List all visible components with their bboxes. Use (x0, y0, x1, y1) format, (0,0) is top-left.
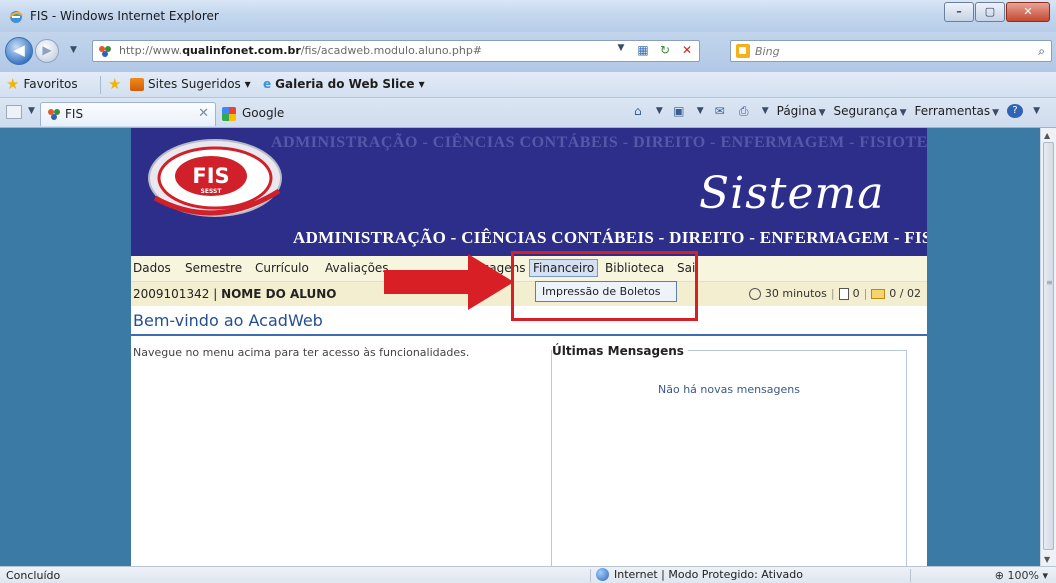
web-slice-label: Galeria do Web Slice ▾ (275, 77, 425, 91)
banner-courses: ADMINISTRAÇÃO - CIÊNCIAS CONTÁBEIS - DIR… (293, 228, 927, 247)
address-row: ◀ ▶ ▼ http://www.qualinfonet.com.br/fis/… (0, 32, 1056, 72)
latest-messages-title: Últimas Mensagens (552, 344, 688, 358)
favorites-label: Favoritos (23, 77, 78, 91)
scrollbar-grip-icon: ≡ (1046, 278, 1053, 287)
minimize-button[interactable]: – (944, 2, 974, 22)
tab-fis-label: FIS (65, 107, 84, 121)
menu-avaliacoes[interactable]: Avaliações (325, 261, 389, 275)
ie-page-icon: e (263, 77, 272, 91)
fis-logo: FIS SESST (148, 139, 282, 217)
student-name: NOME DO ALUNO (221, 287, 337, 301)
scrollbar-thumb[interactable] (1043, 142, 1054, 550)
address-url: http://www.qualinfonet.com.br/fis/acadwe… (119, 44, 483, 57)
address-bar[interactable]: http://www.qualinfonet.com.br/fis/acadwe… (92, 40, 700, 62)
student-id-line: 2009101342 | NOME DO ALUNO (133, 287, 337, 301)
window-titlebar: FIS - Windows Internet Explorer – ▢ ✕ (0, 0, 1056, 32)
help-icon[interactable]: ? (1007, 104, 1024, 118)
messages-count: 0 / 02 (889, 287, 921, 300)
message-envelope-icon[interactable] (871, 288, 886, 299)
close-window-button[interactable]: ✕ (1006, 2, 1050, 22)
document-icon[interactable] (838, 287, 849, 300)
navigation-hint: Navegue no menu acima para ter acesso às… (133, 346, 470, 359)
feeds-icon[interactable]: ▣ (671, 104, 687, 118)
no-messages-text: Não há novas mensagens (658, 383, 800, 396)
site-favicon-icon (48, 109, 60, 120)
logo-text-fis: FIS (192, 164, 229, 188)
tab-fis[interactable]: FIS ✕ (40, 102, 216, 126)
scroll-down-icon[interactable]: ▼ (1044, 555, 1050, 564)
globe-icon (596, 568, 609, 581)
clock-icon (748, 287, 761, 300)
menu-curriculo[interactable]: Currículo (255, 261, 309, 275)
stop-icon[interactable]: ✕ (679, 43, 695, 57)
favorites-button[interactable]: ★ Favoritos (6, 75, 78, 93)
address-dropdown-icon[interactable]: ▼ (613, 43, 629, 57)
red-highlight-box (511, 251, 698, 321)
logo-text-sesst: SESST (201, 188, 223, 195)
bing-icon (736, 44, 750, 58)
security-zone[interactable]: Internet | Modo Protegido: Ativado (596, 568, 803, 581)
session-time: 30 minutos (764, 287, 827, 300)
maximize-button[interactable]: ▢ (975, 2, 1005, 22)
site-favicon-icon (99, 46, 111, 57)
forward-button[interactable]: ▶ (35, 39, 59, 63)
scroll-up-icon[interactable]: ▲ (1044, 131, 1050, 140)
add-to-favorites-bar-button[interactable]: ★ (108, 75, 122, 93)
tools-menu[interactable]: Ferramentas ▼ (915, 104, 1000, 118)
acadweb-page: ADMINISTRAÇÃO - CIÊNCIAS CONTÁBEIS - DIR… (131, 128, 927, 566)
suggested-sites-button[interactable]: Sites Sugeridos ▾ (130, 77, 251, 91)
student-id: 2009101342 (133, 287, 210, 301)
banner-faded-courses: ADMINISTRAÇÃO - CIÊNCIAS CONTÁBEIS - DIR… (271, 134, 927, 151)
search-box[interactable]: ⌕ (730, 40, 1052, 62)
security-menu[interactable]: Segurança ▼ (834, 104, 907, 118)
security-zone-text: Internet | Modo Protegido: Ativado (614, 568, 803, 581)
tab-list-dropdown-icon[interactable]: ▼ (28, 106, 35, 116)
page-title: Bem-vindo ao AcadWeb (133, 311, 323, 330)
vertical-scrollbar[interactable]: ▲ ≡ ▼ (1040, 128, 1056, 566)
command-bar: ⌂ ▼ ▣ ▼ ✉ ⎙ ▼ Página ▼ Segurança ▼ Ferramenta… (630, 104, 1040, 118)
suggested-sites-icon (130, 77, 144, 91)
tab-google[interactable]: Google (220, 102, 330, 126)
suggested-sites-label: Sites Sugeridos ▾ (148, 77, 251, 91)
red-arrow-annotation (384, 254, 514, 310)
search-icon[interactable]: ⌕ (1038, 44, 1045, 59)
session-info: 30 minutos | 0 | 0 / 02 (748, 287, 921, 300)
window-title: FIS - Windows Internet Explorer (30, 9, 219, 23)
latest-messages-panel: Últimas Mensagens Não há novas mensagens (551, 344, 907, 566)
documents-count: 0 (852, 287, 860, 300)
home-icon[interactable]: ⌂ (630, 104, 646, 118)
status-bar: Concluído Internet | Modo Protegido: Ati… (0, 566, 1056, 583)
page-viewport: ADMINISTRAÇÃO - CIÊNCIAS CONTÁBEIS - DIR… (0, 128, 1040, 566)
sistema-title: Sistema (699, 168, 885, 219)
favorites-bar: ★ Favoritos ★ Sites Sugeridos ▾ e Galeri… (0, 72, 1056, 98)
google-icon (222, 107, 236, 121)
search-input[interactable] (755, 43, 1015, 59)
web-slice-gallery-button[interactable]: e Galeria do Web Slice ▾ (263, 77, 425, 91)
header-banner: ADMINISTRAÇÃO - CIÊNCIAS CONTÁBEIS - DIR… (131, 128, 927, 256)
print-icon[interactable]: ⎙ (736, 104, 752, 118)
compatibility-view-icon[interactable]: ▦ (635, 43, 651, 57)
history-dropdown-icon[interactable]: ▼ (70, 45, 77, 55)
refresh-icon[interactable]: ↻ (657, 43, 673, 57)
menu-dados[interactable]: Dados (133, 261, 171, 275)
back-button[interactable]: ◀ (5, 37, 33, 65)
title-divider (131, 334, 927, 336)
close-tab-icon[interactable]: ✕ (198, 106, 209, 121)
quick-tabs-icon[interactable] (6, 105, 22, 119)
internet-explorer-icon (9, 11, 23, 23)
tab-bar: ▼ FIS ✕ Google ⌂ ▼ ▣ ▼ ✉ ⎙ ▼ Página ▼ Segura… (0, 98, 1056, 128)
menu-semestre[interactable]: Semestre (185, 261, 242, 275)
tab-google-label: Google (242, 106, 285, 120)
favorites-star-icon: ★ (6, 75, 20, 93)
page-menu[interactable]: Página ▼ (777, 104, 826, 118)
add-favorite-icon: ★ (108, 75, 122, 93)
mail-icon[interactable]: ✉ (712, 104, 728, 118)
status-text: Concluído (6, 569, 61, 582)
zoom-level[interactable]: ⊕ 100% ▾ (995, 569, 1048, 582)
